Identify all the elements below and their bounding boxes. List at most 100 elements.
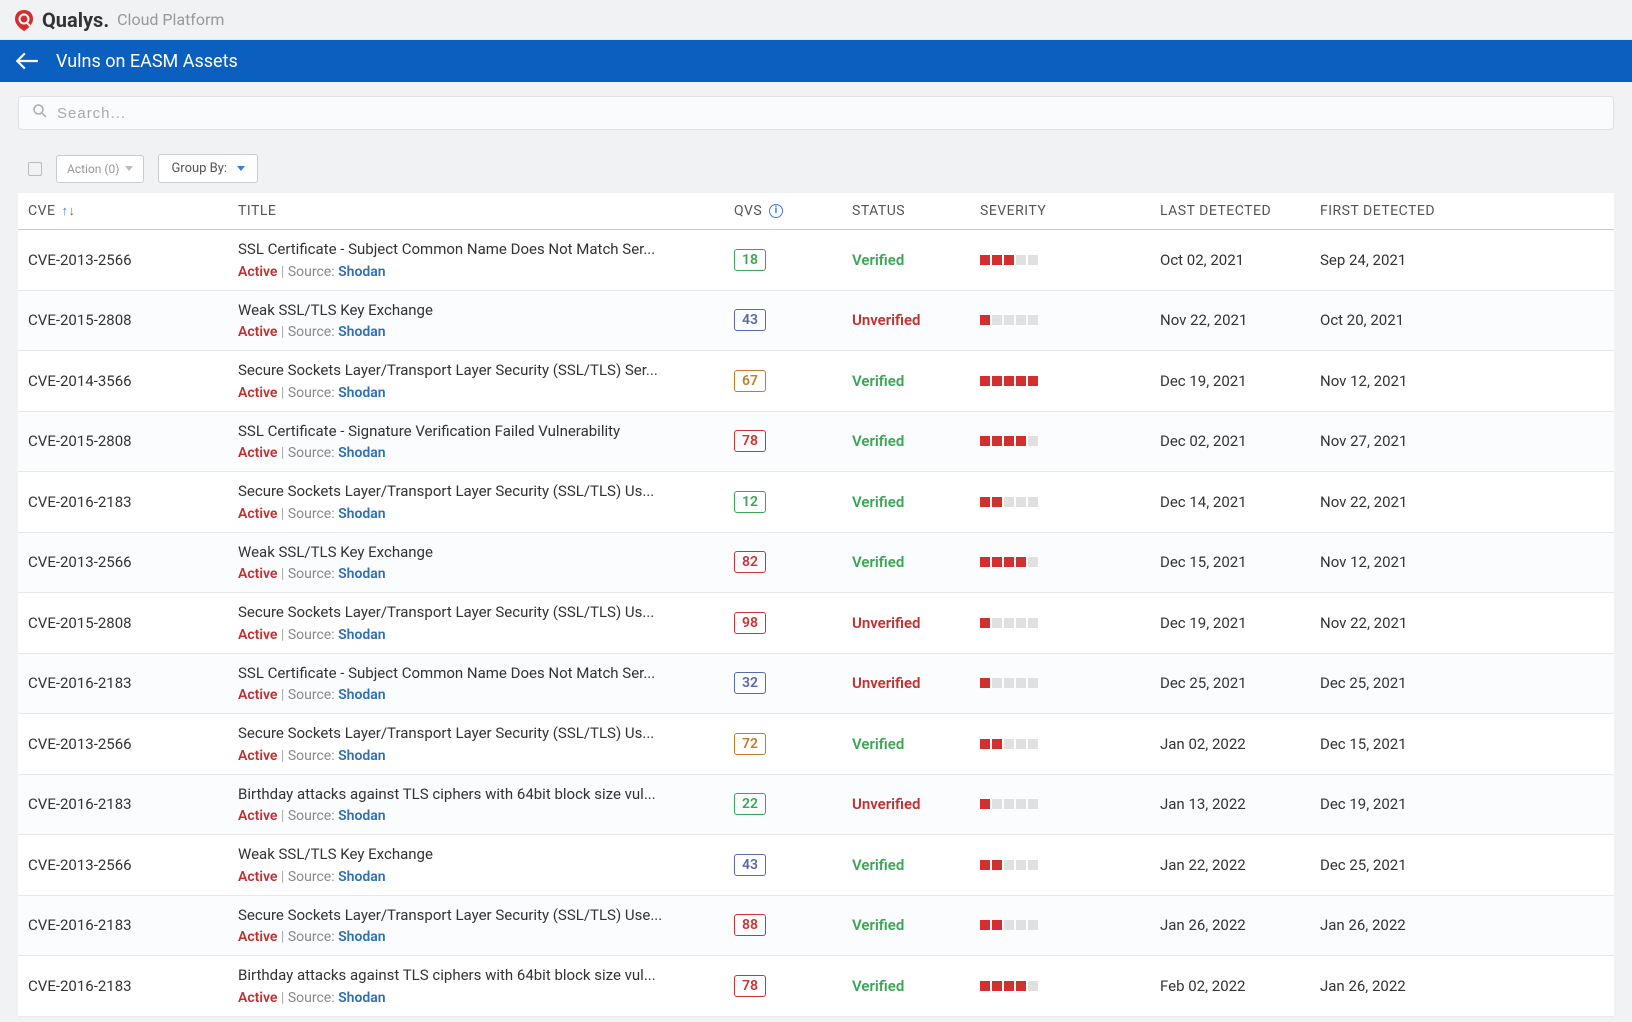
row-source-value[interactable]: Shodan xyxy=(338,506,386,522)
row-status-active: Active xyxy=(238,566,277,582)
table-row[interactable]: CVE-2015-2808Secure Sockets Layer/Transp… xyxy=(18,593,1614,654)
row-title[interactable]: Secure Sockets Layer/Transport Layer Sec… xyxy=(238,361,734,381)
table-row[interactable]: CVE-2016-2183Birthday attacks against TL… xyxy=(18,775,1614,836)
severity-bar xyxy=(1004,557,1014,567)
col-header-last-detected[interactable]: LAST DETECTED xyxy=(1160,203,1320,219)
col-header-first-detected[interactable]: FIRST DETECTED xyxy=(1320,203,1460,219)
row-cve[interactable]: CVE-2015-2808 xyxy=(28,614,238,632)
severity-bar xyxy=(1028,981,1038,991)
col-header-cve[interactable]: CVE ↑↓ xyxy=(28,203,238,219)
row-source-value[interactable]: Shodan xyxy=(338,627,386,643)
table-row[interactable]: CVE-2013-2566Secure Sockets Layer/Transp… xyxy=(18,714,1614,775)
row-first-detected: Dec 25, 2021 xyxy=(1320,674,1460,692)
row-cve[interactable]: CVE-2016-2183 xyxy=(28,795,238,813)
severity-bar xyxy=(992,376,1002,386)
row-title[interactable]: Birthday attacks against TLS ciphers wit… xyxy=(238,966,734,986)
row-title[interactable]: Weak SSL/TLS Key Exchange xyxy=(238,543,734,563)
row-source-value[interactable]: Shodan xyxy=(338,566,386,582)
row-cve[interactable]: CVE-2013-2566 xyxy=(28,735,238,753)
row-source-value[interactable]: Shodan xyxy=(338,385,386,401)
row-title[interactable]: Secure Sockets Layer/Transport Layer Sec… xyxy=(238,906,734,926)
col-header-severity[interactable]: SEVERITY xyxy=(980,203,1160,219)
row-last-detected: Jan 22, 2022 xyxy=(1160,856,1320,874)
row-cve[interactable]: CVE-2013-2566 xyxy=(28,856,238,874)
col-header-title[interactable]: TITLE xyxy=(238,203,734,219)
row-status: Verified xyxy=(852,553,904,571)
row-source-value[interactable]: Shodan xyxy=(338,869,386,885)
row-title[interactable]: Secure Sockets Layer/Transport Layer Sec… xyxy=(238,724,734,744)
separator: | xyxy=(277,627,287,643)
row-cve[interactable]: CVE-2016-2183 xyxy=(28,674,238,692)
severity-bar xyxy=(980,860,990,870)
action-button[interactable]: Action (0) xyxy=(56,155,144,183)
severity-bar xyxy=(1028,557,1038,567)
row-source-label: Source: xyxy=(288,748,335,764)
qvs-badge: 88 xyxy=(734,914,766,936)
separator: | xyxy=(277,808,287,824)
row-source-value[interactable]: Shodan xyxy=(338,445,386,461)
search-input[interactable] xyxy=(49,105,1601,122)
row-title[interactable]: Weak SSL/TLS Key Exchange xyxy=(238,301,734,321)
row-title[interactable]: SSL Certificate - Subject Common Name Do… xyxy=(238,664,734,684)
row-source-value[interactable]: Shodan xyxy=(338,324,386,340)
row-cve[interactable]: CVE-2013-2566 xyxy=(28,553,238,571)
groupby-label: Group By: xyxy=(171,161,227,176)
row-source-label: Source: xyxy=(288,627,335,643)
severity-bar xyxy=(980,376,990,386)
row-status: Unverified xyxy=(852,674,921,692)
search-box[interactable] xyxy=(18,96,1614,130)
table-row[interactable]: CVE-2014-3566Secure Sockets Layer/Transp… xyxy=(18,351,1614,412)
severity-bar xyxy=(1028,678,1038,688)
info-icon[interactable]: i xyxy=(769,204,783,218)
page-title: Vulns on EASM Assets xyxy=(56,51,238,72)
row-cve[interactable]: CVE-2016-2183 xyxy=(28,916,238,934)
row-cve[interactable]: CVE-2016-2183 xyxy=(28,493,238,511)
row-source-value[interactable]: Shodan xyxy=(338,990,386,1006)
row-title[interactable]: Secure Sockets Layer/Transport Layer Sec… xyxy=(238,482,734,502)
severity-bar xyxy=(1016,739,1026,749)
table-row[interactable]: CVE-2016-2183Secure Sockets Layer/Transp… xyxy=(18,896,1614,957)
groupby-button[interactable]: Group By: xyxy=(158,154,258,183)
severity-bar xyxy=(980,497,990,507)
row-title[interactable]: Birthday attacks against TLS ciphers wit… xyxy=(238,785,734,805)
severity-bar xyxy=(1016,860,1026,870)
row-last-detected: Jan 26, 2022 xyxy=(1160,916,1320,934)
row-source-value[interactable]: Shodan xyxy=(338,808,386,824)
app-header: Qualys. Cloud Platform xyxy=(0,0,1632,40)
row-title[interactable]: Weak SSL/TLS Key Exchange xyxy=(238,845,734,865)
qvs-badge: 43 xyxy=(734,309,766,331)
row-cve[interactable]: CVE-2015-2808 xyxy=(28,311,238,329)
severity-indicator xyxy=(980,376,1160,386)
row-source-value[interactable]: Shodan xyxy=(338,687,386,703)
severity-bar xyxy=(1016,981,1026,991)
table-row[interactable]: CVE-2015-2808SSL Certificate - Signature… xyxy=(18,412,1614,473)
severity-bar xyxy=(1004,678,1014,688)
row-title[interactable]: Secure Sockets Layer/Transport Layer Sec… xyxy=(238,603,734,623)
table-row[interactable]: CVE-2013-2566Weak SSL/TLS Key ExchangeAc… xyxy=(18,835,1614,896)
col-header-status[interactable]: STATUS xyxy=(852,203,980,219)
row-source-value[interactable]: Shodan xyxy=(338,929,386,945)
severity-bar xyxy=(992,255,1002,265)
row-source-value[interactable]: Shodan xyxy=(338,748,386,764)
table-row[interactable]: CVE-2013-2566Weak SSL/TLS Key Exchange Ac… xyxy=(18,533,1614,594)
table-row[interactable]: CVE-2013-2566SSL Certificate - Subject C… xyxy=(18,230,1614,291)
row-source-value[interactable]: Shodan xyxy=(338,264,386,280)
severity-bar xyxy=(980,981,990,991)
severity-bar xyxy=(992,497,1002,507)
table-row[interactable]: CVE-2015-2808Weak SSL/TLS Key ExchangeAc… xyxy=(18,291,1614,352)
col-header-qvs[interactable]: QVS i xyxy=(734,203,852,219)
row-cve[interactable]: CVE-2015-2808 xyxy=(28,432,238,450)
row-subline: Active | Source: Shodan xyxy=(238,627,734,643)
back-arrow-icon[interactable] xyxy=(14,48,40,74)
select-all-checkbox[interactable] xyxy=(28,162,42,176)
severity-bar xyxy=(1004,255,1014,265)
row-cve[interactable]: CVE-2013-2566 xyxy=(28,251,238,269)
row-subline: Active | Source: Shodan xyxy=(238,264,734,280)
row-title[interactable]: SSL Certificate - Subject Common Name Do… xyxy=(238,240,734,260)
table-row[interactable]: CVE-2016-2183SSL Certificate - Subject C… xyxy=(18,654,1614,715)
table-row[interactable]: CVE-2016-2183Birthday attacks against TL… xyxy=(18,956,1614,1017)
row-cve[interactable]: CVE-2016-2183 xyxy=(28,977,238,995)
row-cve[interactable]: CVE-2014-3566 xyxy=(28,372,238,390)
table-row[interactable]: CVE-2016-2183Secure Sockets Layer/Transp… xyxy=(18,472,1614,533)
row-title[interactable]: SSL Certificate - Signature Verification… xyxy=(238,422,734,442)
